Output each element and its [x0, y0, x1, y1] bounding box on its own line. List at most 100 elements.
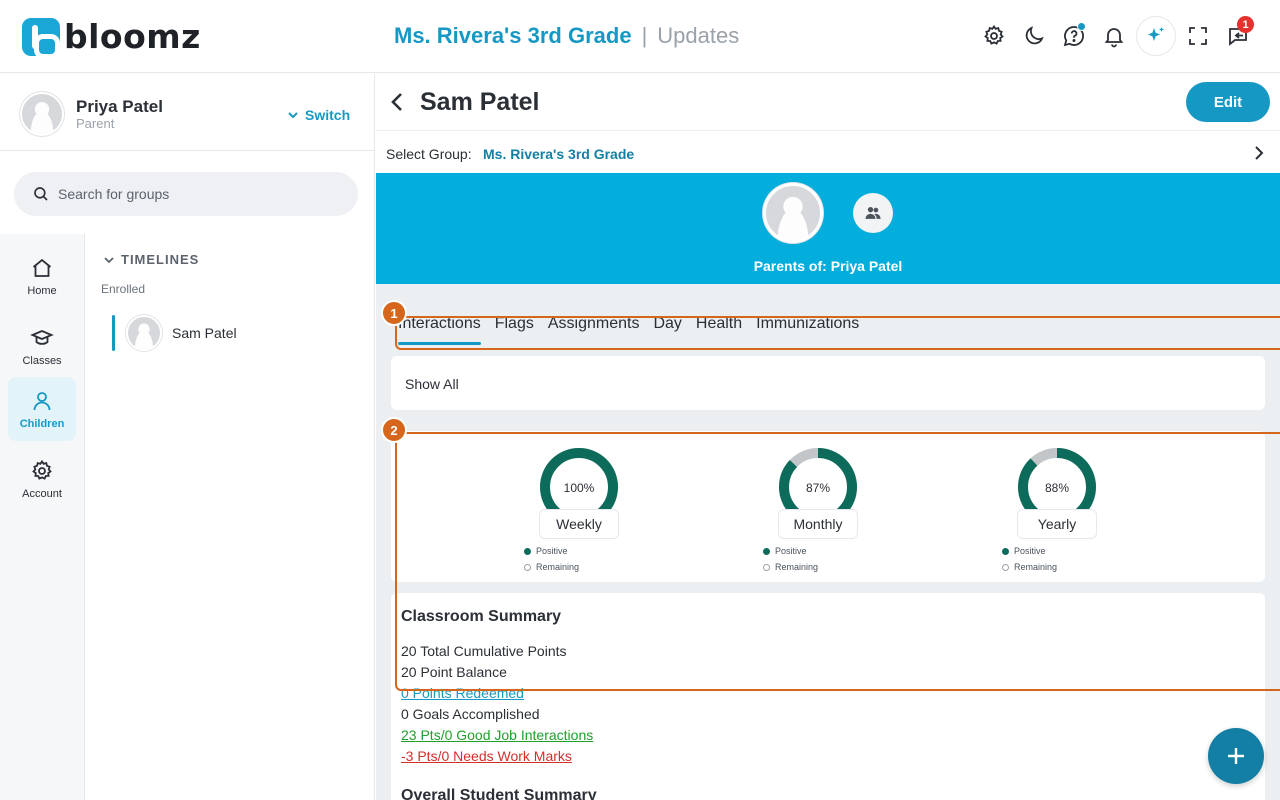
back-arrow-icon[interactable]	[386, 88, 408, 116]
help-dot-badge	[1077, 22, 1086, 31]
student-name-title: Sam Patel	[420, 88, 540, 116]
point-balance: 20 Point Balance	[401, 664, 507, 680]
header-actions: 1	[976, 16, 1260, 56]
fullscreen-icon	[1189, 27, 1207, 45]
search-input[interactable]	[58, 186, 338, 202]
switch-account-button[interactable]: Switch	[287, 107, 350, 123]
legend-remaining: Remaining	[536, 562, 580, 572]
header-group-name[interactable]: Ms. Rivera's 3rd Grade	[394, 23, 632, 49]
tab-bar: Interactions Flags Assignments Day Healt…	[398, 315, 873, 345]
nav-account[interactable]: Account	[8, 447, 76, 511]
chevron-right-icon[interactable]	[1252, 143, 1266, 163]
gauge-yearly-label: Yearly	[1017, 509, 1097, 539]
good-job-link[interactable]: 23 Pts/0 Good Job Interactions	[401, 725, 593, 746]
goals-accomplished: 0 Goals Accomplished	[401, 706, 540, 722]
nav-children-label: Children	[19, 417, 65, 430]
annotation-badge-2: 2	[381, 417, 407, 443]
points-redeemed-link[interactable]: 0 Points Redeemed	[401, 683, 593, 704]
parents-group-button[interactable]	[853, 193, 893, 233]
nav-classes[interactable]: Classes	[8, 314, 76, 378]
tab-day[interactable]: Day	[653, 315, 681, 345]
timelines-heading: TIMELINES	[121, 252, 200, 267]
bloomz-logo[interactable]: bloomz	[22, 17, 201, 59]
select-group-bar[interactable]: Select Group: Ms. Rivera's 3rd Grade	[376, 130, 1280, 173]
interaction-gauges: 100% Weekly Positive Remaining 87% Month…	[391, 431, 1265, 582]
nav-children[interactable]: Children	[8, 377, 76, 441]
nav-account-label: Account	[22, 487, 62, 500]
home-icon	[32, 258, 52, 277]
legend-remaining: Remaining	[775, 562, 819, 572]
ai-assistant-button[interactable]	[1136, 16, 1176, 56]
legend-positive: Positive	[536, 546, 568, 556]
tab-immunizations[interactable]: Immunizations	[756, 315, 859, 345]
nav-home[interactable]: Home	[8, 244, 76, 308]
inbox-button[interactable]: 1	[1220, 16, 1256, 56]
child-name: Sam Patel	[172, 325, 237, 341]
dark-mode-button[interactable]	[1016, 16, 1052, 56]
timelines-toggle[interactable]: TIMELINES	[103, 252, 199, 267]
graduation-cap-icon	[30, 329, 54, 345]
nav-classes-label: Classes	[22, 354, 62, 367]
people-icon	[865, 207, 881, 219]
tab-flags[interactable]: Flags	[495, 315, 534, 345]
left-panel: Priya Patel Parent Switch Home Classes C…	[0, 74, 375, 800]
enrolled-label: Enrolled	[101, 282, 146, 296]
search-icon	[34, 187, 48, 201]
legend-remaining: Remaining	[1014, 562, 1058, 572]
header-title: Ms. Rivera's 3rd Grade | Updates	[394, 23, 739, 49]
overall-summary-title: Overall Student Summary	[401, 787, 597, 800]
gauge-weekly-label: Weekly	[539, 509, 619, 539]
tab-assignments[interactable]: Assignments	[548, 315, 640, 345]
user-name: Priya Patel	[76, 97, 163, 116]
top-header: bloomz Ms. Rivera's 3rd Grade | Updates …	[0, 0, 1280, 73]
chevron-down-icon	[288, 112, 298, 119]
gauge-yearly-percent: 88%	[1044, 481, 1070, 495]
group-search[interactable]	[14, 172, 358, 216]
side-nav: Home Classes Children Account	[0, 234, 85, 800]
positive-dot	[524, 547, 531, 555]
add-button[interactable]	[1208, 728, 1264, 784]
help-button[interactable]	[1056, 16, 1092, 56]
filter-value: Show All	[405, 376, 459, 392]
user-avatar	[20, 92, 64, 136]
logo-mark-icon	[22, 17, 60, 59]
bell-icon	[1104, 28, 1124, 48]
student-avatar	[763, 183, 823, 243]
gauge-monthly-label: Monthly	[778, 509, 858, 539]
sparkle-icon	[1148, 27, 1164, 41]
select-group-value[interactable]: Ms. Rivera's 3rd Grade	[483, 146, 634, 162]
needs-work-link[interactable]: -3 Pts/0 Needs Work Marks	[401, 746, 593, 767]
tab-interactions[interactable]: Interactions	[398, 315, 481, 345]
gauge-yearly-legend: Positive Remaining	[1002, 543, 1057, 575]
gauge-monthly-percent: 87%	[805, 481, 831, 495]
summary-title: Classroom Summary	[401, 608, 562, 625]
tab-health[interactable]: Health	[696, 315, 742, 345]
settings-button[interactable]	[976, 16, 1012, 56]
student-titlebar: Sam Patel Edit	[376, 74, 1280, 130]
switch-label: Switch	[305, 107, 351, 123]
plus-icon	[1228, 748, 1244, 764]
legend-positive: Positive	[1014, 546, 1046, 556]
parents-label-text: Parents of: Priya Patel	[753, 258, 903, 274]
select-group-label: Select Group:	[386, 146, 472, 162]
header-section: Updates	[657, 23, 740, 48]
edit-button[interactable]: Edit	[1186, 82, 1270, 122]
child-avatar	[126, 315, 162, 351]
child-list-item[interactable]: Sam Patel	[112, 314, 362, 352]
moon-icon	[1025, 26, 1044, 45]
chevron-down-icon	[104, 256, 114, 263]
header-separator: |	[641, 23, 648, 48]
total-points: 20 Total Cumulative Points	[401, 643, 567, 659]
fullscreen-button[interactable]	[1180, 16, 1216, 56]
remaining-dot	[763, 563, 770, 571]
notifications-button[interactable]	[1096, 16, 1132, 56]
person-icon	[33, 391, 51, 410]
nav-home-label: Home	[27, 284, 57, 297]
gauge-weekly-percent: 100%	[563, 481, 595, 495]
legend-positive: Positive	[775, 546, 807, 556]
filter-dropdown[interactable]: Show All	[391, 356, 1265, 410]
positive-dot	[763, 547, 770, 555]
user-box: Priya Patel Parent Switch	[0, 74, 375, 151]
gear-icon	[32, 459, 52, 480]
logo-text: bloomz	[64, 17, 201, 56]
